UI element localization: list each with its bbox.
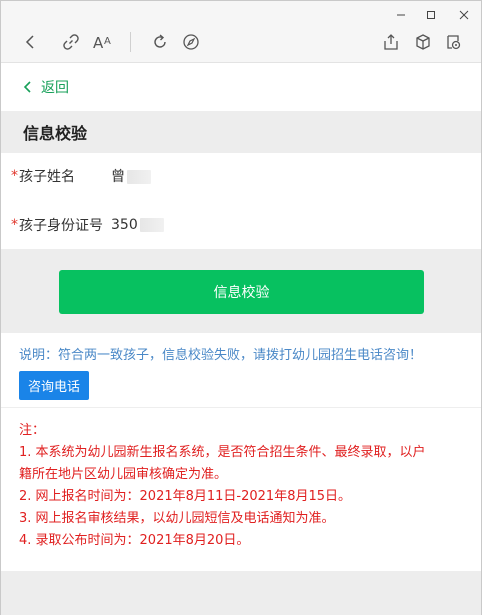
browser-window: AA 返回 信息校验 * 孩子姓名 曾 * 孩子身份证号 350 信息校验 说明…: [0, 0, 482, 615]
child-id-label: 孩子身份证号: [19, 218, 103, 234]
required-mark: *: [11, 217, 18, 233]
masked-text: [127, 170, 151, 184]
chevron-left-icon: [23, 81, 31, 93]
note-item: 籍所在地片区幼儿园审核确定为准。: [19, 467, 228, 482]
notes-section: 注： 1. 本系统为幼儿园新生报名系统，是否符合招生条件、最终录取，以户 籍所在…: [1, 408, 481, 571]
child-id-field[interactable]: * 孩子身份证号 350: [1, 205, 481, 245]
section-header: 信息校验: [1, 111, 481, 153]
back-link[interactable]: 返回: [1, 63, 481, 111]
profile-window-icon[interactable]: [440, 29, 466, 55]
child-name-value[interactable]: 曾: [111, 166, 151, 186]
bottom-strip: [1, 571, 481, 615]
child-name-label: 孩子姓名: [19, 169, 75, 185]
back-icon[interactable]: [18, 29, 44, 55]
child-name-field[interactable]: * 孩子姓名 曾: [1, 156, 481, 196]
minimize-icon[interactable]: [387, 5, 415, 25]
notice-text: 说明：符合两一致孩子，信息校验失败，请拨打幼儿园招生电话咨询！: [19, 348, 423, 363]
compass-icon[interactable]: [178, 29, 204, 55]
section-title: 信息校验: [23, 124, 88, 143]
note-item: 4. 录取公布时间为：2021年8月20日。: [19, 533, 250, 548]
maximize-icon[interactable]: [417, 5, 445, 25]
note-item: 3. 网上报名审核结果，以幼儿园短信及电话通知为准。: [19, 511, 335, 526]
page-content: 返回 信息校验 * 孩子姓名 曾 * 孩子身份证号 350 信息校验 说明：符合…: [1, 63, 481, 615]
consult-phone-button[interactable]: 咨询电话: [19, 371, 90, 400]
notice-area: 说明：符合两一致孩子，信息校验失败，请拨打幼儿园招生电话咨询！ 咨询电话: [1, 333, 481, 407]
close-icon[interactable]: [450, 5, 478, 25]
note-item: 1. 本系统为幼儿园新生报名系统，是否符合招生条件、最终录取，以户: [19, 445, 426, 460]
svg-text:A: A: [104, 36, 111, 47]
link-icon[interactable]: [58, 29, 84, 55]
required-mark: *: [11, 168, 18, 184]
title-toolbar: AA: [1, 1, 481, 63]
button-area: 信息校验: [1, 249, 481, 333]
back-label: 返回: [41, 80, 69, 96]
verify-button[interactable]: 信息校验: [59, 270, 424, 314]
refresh-icon[interactable]: [147, 29, 173, 55]
cube-icon[interactable]: [410, 29, 436, 55]
masked-text: [139, 218, 164, 232]
font-size-icon[interactable]: AA: [90, 29, 116, 55]
notes-heading: 注：: [19, 423, 46, 438]
note-item: 2. 网上报名时间为：2021年8月11日-2021年8月15日。: [19, 489, 352, 504]
toolbar-separator: [130, 32, 131, 52]
share-icon[interactable]: [378, 29, 404, 55]
child-id-value[interactable]: 350: [111, 217, 164, 233]
svg-text:A: A: [93, 34, 104, 51]
